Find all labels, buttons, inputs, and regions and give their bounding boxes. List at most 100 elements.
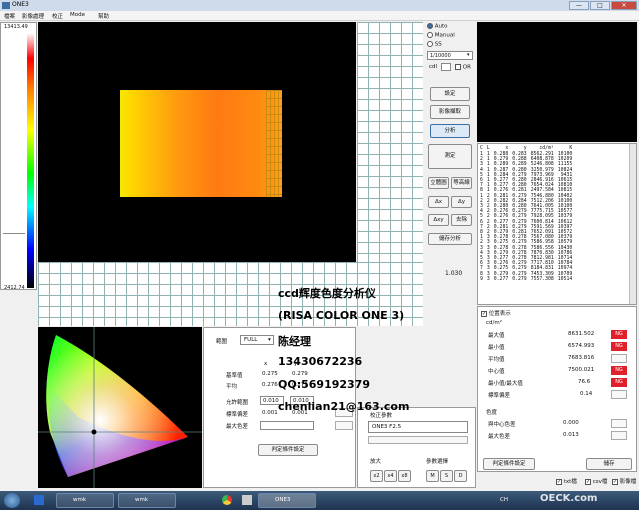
max-status-badge: NG — [611, 330, 627, 339]
input-language[interactable]: CH — [500, 497, 508, 503]
taskbar-item-one3[interactable]: ONE3 — [258, 493, 316, 508]
scale-min-label: 2412.74 — [4, 285, 25, 291]
dx-button[interactable]: Δx — [428, 196, 449, 208]
exposure-select[interactable]: 1/10000 ▾ — [427, 51, 473, 60]
delete-button[interactable]: 去除 — [451, 214, 472, 226]
col-k: K — [569, 145, 573, 151]
cdl-field[interactable] — [441, 63, 451, 71]
csv-checkbox[interactable]: ✓ csv檔 — [585, 477, 607, 485]
center-color-label: 與中心色差 — [488, 422, 516, 428]
param-d-button[interactable]: D — [454, 470, 467, 482]
show-position-checkbox[interactable]: ✓ 位置表示 — [481, 309, 511, 317]
overlay-qq: QQ:569192379 — [278, 378, 370, 391]
mode-ss[interactable]: SS — [427, 41, 442, 48]
cie-diagram[interactable] — [38, 327, 202, 488]
mode-manual-label: Manual — [434, 32, 455, 39]
overlay-email: chenlian21@163.com — [278, 400, 410, 413]
menu-calibrate[interactable]: 校正 — [52, 12, 63, 20]
start-button-icon[interactable] — [4, 493, 20, 508]
ie-icon[interactable] — [34, 495, 44, 505]
measure-button[interactable]: 測定 — [428, 144, 472, 169]
max-label: 最大值 — [488, 333, 505, 339]
txt-checkbox[interactable]: ✓ txt檔 — [556, 477, 577, 485]
img-checkbox[interactable]: ✓ 影像檔 — [612, 477, 636, 485]
capture-button[interactable]: 影像擷取 — [430, 105, 470, 119]
max-diff-field[interactable] — [260, 421, 314, 430]
tolerance-label: 允許範圍 — [226, 400, 249, 406]
color-scale-panel: 13413.49 2412.74 — [0, 22, 37, 291]
table-scrollbar[interactable] — [629, 144, 636, 304]
param-m-button[interactable]: M — [426, 470, 439, 482]
range-select[interactable]: FULL ▾ — [240, 335, 274, 345]
table-cell: 0.289 — [493, 162, 509, 168]
ratio-value: 76.6 — [578, 379, 591, 385]
max-diff-label: 最大色差 — [226, 424, 249, 430]
or-checkbox[interactable]: OR — [455, 64, 471, 71]
center-status-badge: NG — [611, 366, 627, 375]
menu-file[interactable]: 檔案 — [4, 12, 15, 20]
mode-auto[interactable]: Auto — [427, 23, 448, 30]
unit-label: cd/m² — [486, 320, 502, 326]
table-cell: 2497.584 — [530, 188, 554, 194]
max-color-box — [611, 431, 627, 440]
calib-field-value: ONE3 F2.5 — [372, 424, 402, 430]
mode-manual[interactable]: Manual — [427, 32, 455, 39]
menu-bar: 檔案 影像處理 校正 Mode 幫助 — [0, 11, 639, 21]
menu-mode[interactable]: Mode — [70, 12, 85, 18]
col-y: y — [523, 145, 527, 151]
grid-vertical — [357, 22, 423, 262]
menu-image[interactable]: 影像處理 — [22, 12, 44, 20]
param-s-button[interactable]: S — [440, 470, 453, 482]
judge-condition-button[interactable]: 判定條件設定 — [258, 444, 318, 456]
measurement-table[interactable]: C L x y cd/m² K 1 1 0.288 0.283 8562.291 1010… — [477, 143, 637, 305]
chevron-down-icon: ▾ — [467, 52, 470, 58]
std-status-box — [611, 390, 627, 399]
csv-label: csv檔 — [592, 479, 608, 485]
center-value: 7500.021 — [568, 367, 595, 373]
range-label: 範圍 — [216, 339, 228, 345]
maximize-button[interactable]: □ — [590, 1, 610, 10]
scale-divider — [3, 233, 25, 234]
dxy-button[interactable]: Δxy — [428, 214, 449, 226]
col-x: x — [505, 145, 509, 151]
max-value: 8631.502 — [568, 331, 595, 337]
app-icon-small[interactable] — [242, 495, 252, 505]
table-cell: 0.275 — [493, 266, 509, 272]
calib-field[interactable]: ONE3 F2.5 — [368, 421, 468, 433]
analyze-button[interactable]: 分析 — [430, 124, 470, 138]
zoom-x8-button[interactable]: x8 — [398, 470, 411, 482]
table-cell: 0.277 — [493, 276, 509, 282]
table-row[interactable]: 9 3 0.277 0.279 7557.308 10514 — [478, 277, 574, 282]
save-button[interactable]: 儲存 — [586, 458, 632, 470]
std-value: 0.14 — [580, 391, 593, 397]
mode-panel: Auto Manual SS 1/10000 ▾ cdl OR — [425, 22, 475, 78]
image-view[interactable] — [38, 22, 356, 262]
checkbox-icon: ✓ — [556, 478, 562, 485]
judge-settings-button[interactable]: 判定條件設定 — [483, 458, 535, 470]
preview-view — [477, 22, 637, 142]
std-dev-label: 標準偏差 — [226, 412, 249, 418]
set-button[interactable]: 設定 — [430, 87, 470, 101]
contour-button[interactable]: 等高線 — [451, 177, 472, 189]
calib-progress — [368, 436, 468, 444]
close-button[interactable]: ✕ — [611, 1, 637, 10]
chrome-icon[interactable] — [222, 495, 232, 505]
taskbar-item-wmk-2[interactable]: wmk — [118, 493, 176, 508]
save-analysis-button[interactable]: 儲存分析 — [428, 233, 472, 245]
panel-edge-pattern — [266, 90, 282, 197]
min-status-badge: NG — [611, 342, 627, 351]
minimize-button[interactable]: — — [569, 1, 589, 10]
tolerance-x-value: 0.010 — [263, 398, 279, 404]
dy-button[interactable]: Δy — [451, 196, 472, 208]
x-header: x — [264, 361, 268, 367]
txt-label: txt檔 — [563, 479, 577, 485]
stereo-button[interactable]: 立體圖 — [428, 177, 449, 189]
table-cell: 7928.095 — [530, 214, 554, 220]
menu-help[interactable]: 幫助 — [98, 12, 109, 20]
taskbar-item-wmk-1[interactable]: wmk — [56, 493, 114, 508]
zoom-x4-button[interactable]: x4 — [384, 470, 397, 482]
zoom-x2-button[interactable]: x2 — [370, 470, 383, 482]
std-label: 標準偏差 — [488, 393, 511, 399]
table-cell: 7586.958 — [530, 240, 554, 246]
table-cell: 3 — [486, 276, 490, 282]
